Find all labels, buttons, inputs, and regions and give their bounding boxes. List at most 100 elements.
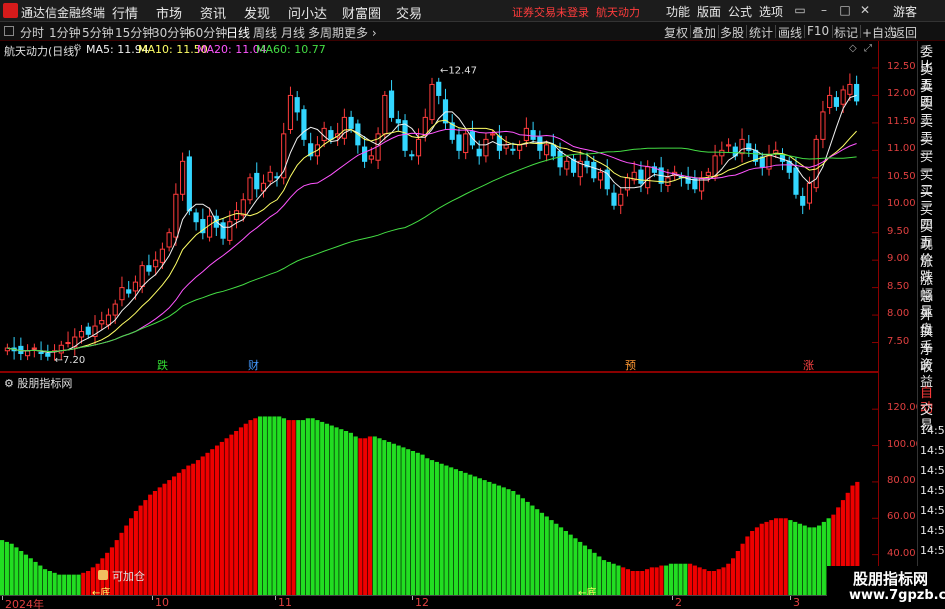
menu-discover[interactable]: 发现 [244,3,270,22]
candle-body [301,109,307,140]
candle-body [267,171,273,182]
restore-icon[interactable]: ▭ [793,3,807,17]
indicator-bar [281,418,287,595]
tab-60min[interactable]: 60分钟 [188,24,227,41]
indicator-axis: 20.0040.0060.0080.00100.00120.00 [879,373,922,595]
indicator-bar [602,560,607,595]
indicator-bar [310,418,315,595]
indicator-bar [210,449,215,595]
indicator-bar [692,565,697,595]
indicator-bar [444,465,449,595]
indicator-bar [458,471,463,595]
menu-formula[interactable]: 公式 [728,3,752,20]
candle-body [523,127,529,141]
trade-time: 14:56 [920,424,945,437]
btn-draw-line[interactable]: 画线 [778,24,802,41]
indicator-bar [817,525,822,595]
menu-layout[interactable]: 版面 [697,3,721,20]
diamond-icon[interactable]: ◇ [849,43,857,54]
candle-body [153,259,159,268]
indicator-bar [487,481,492,595]
indicator-bar [606,561,611,595]
candle-body [146,265,152,272]
indicator-bar [568,534,573,595]
menu-ask-xiaoda[interactable]: 问小达 [288,3,327,22]
indicator-bar [71,574,76,595]
tab-intraday[interactable]: 分时 [20,24,44,41]
candle-body [395,119,401,124]
indicator-bar [176,472,181,595]
kline-chart[interactable]: ←12.47 ←7.20 跌财预涨 航天动力(日线) MA5: 11.94 MA10… [0,41,878,372]
tab-5min[interactable]: 5分钟 [82,24,114,41]
indicator-bar [363,438,368,595]
toolbar-checkbox[interactable] [4,26,14,36]
candle-body [611,192,617,206]
tab-30min[interactable]: 30分钟 [152,24,191,41]
indicator-bar [62,574,67,595]
btn-statistics[interactable]: 统计 [749,24,773,41]
menu-function[interactable]: 功能 [666,3,690,20]
login-warning[interactable]: 证券交易未登录 航天动力 [512,4,640,20]
indicator-bar [186,465,191,595]
add-position-label: 可加仓 [112,570,145,583]
indicator-bar [453,469,459,595]
price-tick-label: 12.00 [887,88,916,100]
indicator-bar [611,563,616,595]
indicator-bar [788,520,793,595]
user-guest[interactable]: 游客 [893,3,917,20]
tab-15min[interactable]: 15分钟 [115,24,154,41]
btn-overlay[interactable]: 叠加 [692,24,716,41]
candle-body [112,303,118,316]
indicator-chart[interactable]: ⚙ 股朋指标网 可加仓 ←底 ←底 [0,373,878,599]
tab-more[interactable]: 更多 › [344,24,377,41]
candle-body [45,353,51,357]
tab-1min[interactable]: 1分钟 [49,24,81,41]
indicator-bar [172,476,177,595]
btn-f10[interactable]: F10 [807,24,829,38]
candle-body [287,94,294,130]
maximize-icon[interactable]: □ [838,3,852,17]
candle-body [543,144,550,156]
btn-back[interactable]: 返回 [893,24,917,41]
price-tick-label: 11.00 [887,143,916,155]
date-label: 12 [415,596,429,609]
candle-body [517,144,523,151]
minimize-icon[interactable]: – [817,3,831,17]
indicator-bar [367,436,373,595]
indicator-bar [224,438,229,595]
indicator-bar [759,523,764,595]
trade-time: 14:56 [920,444,945,457]
menu-trade[interactable]: 交易 [396,3,422,22]
btn-adjust[interactable]: 复权 [664,24,688,41]
indicator-bar [754,527,760,595]
period-toolbar: 分时 1分钟 5分钟 15分钟 30分钟 60分钟 日线 周线 月线 多周期 更… [0,22,945,41]
indicator-bar [439,463,444,595]
candle-body [806,182,813,204]
tab-monthly[interactable]: 月线 [281,24,305,41]
btn-multi-stock[interactable]: 多股 [720,24,744,41]
menu-wealth-circle[interactable]: 财富圈 [342,3,381,22]
indicator-bar [702,569,707,595]
btn-mark[interactable]: 标记 [834,24,858,41]
close-icon[interactable]: ✕ [858,3,872,17]
indicator-bar [191,463,196,595]
settings-gear-icon[interactable]: ⚙ [73,43,82,54]
tab-daily[interactable]: 日线 [226,24,250,41]
indicator-bar [697,567,702,595]
tab-multi-period[interactable]: 多周期 [308,24,344,41]
tab-weekly[interactable]: 周线 [253,24,277,41]
menu-market-quotes[interactable]: 行情 [112,3,138,22]
indicator-bar [382,440,387,595]
event-label: 涨 [803,359,814,371]
indicator-bar [391,443,396,595]
price-tick-label: 10.50 [887,170,916,182]
price-tick-label: 11.50 [887,115,916,127]
menu-market[interactable]: 市场 [156,3,182,22]
zoom-icon[interactable]: ⤢ [864,43,872,54]
indicator-svg [0,408,878,595]
candle-body [463,133,469,154]
indicator-bar [52,572,57,595]
menu-options[interactable]: 选项 [759,3,783,20]
candle-body [638,169,644,184]
menu-news[interactable]: 资讯 [200,3,226,22]
